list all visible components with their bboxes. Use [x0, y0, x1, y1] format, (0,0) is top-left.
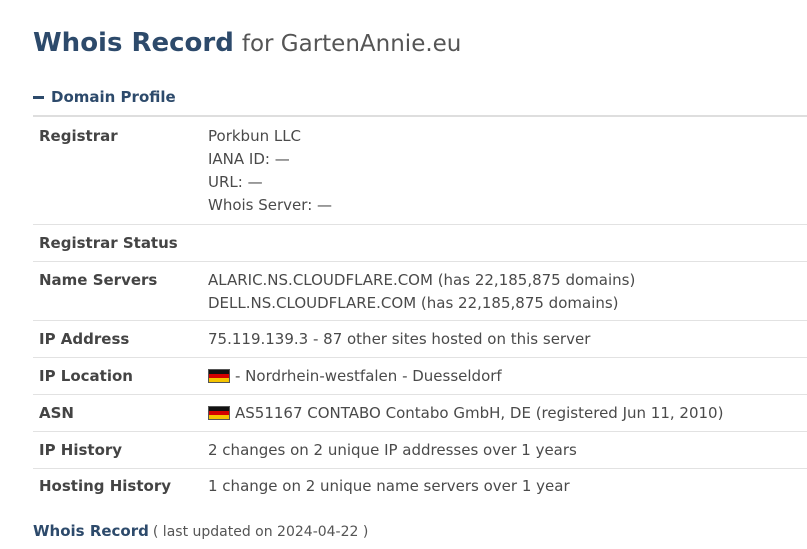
ip-address-value: 75.119.139.3 - 87 other sites hosted on …: [208, 330, 591, 348]
row-label: IP Location: [39, 367, 133, 385]
table-row-registrar: Registrar Porkbun LLC IANA ID: — URL: — …: [33, 117, 807, 225]
row-label: Registrar Status: [39, 234, 178, 252]
germany-flag-icon: [208, 369, 230, 383]
row-value: 1 change on 2 unique name servers over 1…: [208, 475, 807, 506]
row-label: IP History: [39, 441, 123, 459]
row-value: Porkbun LLC IANA ID: — URL: — Whois Serv…: [208, 125, 807, 224]
table-row-ip-location: IP Location - Nordrhein-westfalen - Dues…: [33, 358, 807, 395]
asn-line: AS51167 CONTABO Contabo GmbH, DE (regist…: [208, 402, 807, 425]
ip-history-value: 2 changes on 2 unique IP addresses over …: [208, 441, 577, 459]
row-value: 75.119.139.3 - 87 other sites hosted on …: [208, 328, 807, 357]
name-server-2: DELL.NS.CLOUDFLARE.COM (has 22,185,875 d…: [208, 294, 619, 312]
table-row-hosting-history: Hosting History 1 change on 2 unique nam…: [33, 469, 807, 506]
row-label: IP Address: [39, 330, 130, 348]
row-label: Hosting History: [39, 477, 172, 495]
row-value: ALARIC.NS.CLOUDFLARE.COM (has 22,185,875…: [208, 269, 807, 320]
name-server-1: ALARIC.NS.CLOUDFLARE.COM (has 22,185,875…: [208, 271, 636, 289]
domain-profile-table: Registrar Porkbun LLC IANA ID: — URL: — …: [33, 115, 807, 506]
last-updated-text: ( last updated on 2024-04-22 ): [152, 524, 369, 540]
domain-profile-label: Domain Profile: [51, 88, 176, 106]
table-row-ip-history: IP History 2 changes on 2 unique IP addr…: [33, 432, 807, 469]
minus-icon: [33, 95, 44, 99]
row-label: Registrar: [39, 127, 118, 145]
row-label: Name Servers: [39, 271, 158, 289]
whois-record-link[interactable]: Whois Record: [33, 522, 149, 540]
registrar-name: Porkbun LLC: [208, 127, 302, 145]
hosting-history-value: 1 change on 2 unique name servers over 1…: [208, 477, 570, 495]
row-value: 2 changes on 2 unique IP addresses over …: [208, 439, 807, 468]
row-value: - Nordrhein-westfalen - Duesseldorf: [208, 365, 807, 394]
row-value: [208, 232, 807, 261]
ip-location-value: - Nordrhein-westfalen - Duesseldorf: [235, 367, 502, 385]
row-label: ASN: [39, 404, 74, 422]
whois-record-footer: Whois Record( last updated on 2024-04-22…: [33, 520, 368, 543]
page-title-domain: for GartenAnnie.eu: [241, 31, 462, 57]
table-row-registrar-status: Registrar Status: [33, 225, 807, 262]
registrar-url: URL: —: [208, 173, 263, 191]
page-title: Whois Record for GartenAnnie.eu: [33, 25, 461, 64]
registrar-whois-server: Whois Server: —: [208, 196, 333, 214]
table-row-name-servers: Name Servers ALARIC.NS.CLOUDFLARE.COM (h…: [33, 262, 807, 321]
germany-flag-icon: [208, 406, 230, 420]
ip-location-line: - Nordrhein-westfalen - Duesseldorf: [208, 365, 807, 388]
registrar-iana-id: IANA ID: —: [208, 150, 290, 168]
asn-value: AS51167 CONTABO Contabo GmbH, DE (regist…: [235, 404, 724, 422]
page-title-main: Whois Record: [33, 28, 234, 58]
row-value: AS51167 CONTABO Contabo GmbH, DE (regist…: [208, 402, 807, 431]
table-row-ip-address: IP Address 75.119.139.3 - 87 other sites…: [33, 321, 807, 358]
domain-profile-toggle[interactable]: Domain Profile: [33, 86, 176, 108]
table-row-asn: ASN AS51167 CONTABO Contabo GmbH, DE (re…: [33, 395, 807, 432]
